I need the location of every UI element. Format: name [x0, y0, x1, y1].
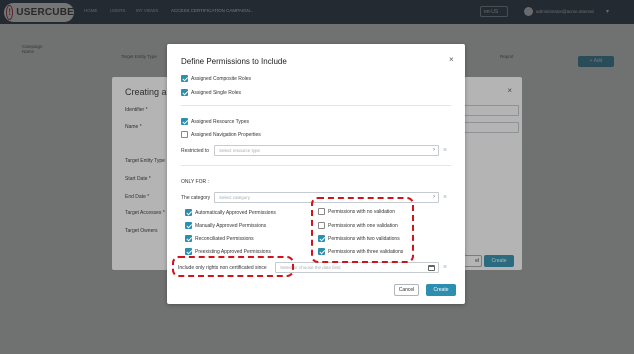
checkbox-automatically-approved[interactable]: Automatically Approved Permissions [185, 209, 276, 216]
certified-since-date-input[interactable]: Select or choose the date field [275, 262, 439, 273]
checkbox-reconciliated[interactable]: Reconciliated Permissions [185, 235, 254, 242]
annotation-highlight-validations [311, 197, 414, 263]
checkbox-box[interactable] [185, 222, 192, 229]
checkbox-box[interactable] [181, 89, 188, 96]
checkbox-label: Assigned Navigation Properties [191, 131, 261, 138]
divider [181, 105, 451, 106]
checkbox-label: Automatically Approved Permissions [195, 209, 276, 216]
checkbox-label: Assigned Resource Types [191, 118, 249, 125]
checkbox-label: Manually Approved Permissions [195, 222, 267, 229]
checkbox-box[interactable] [185, 248, 192, 255]
chevron-right-icon: › [433, 147, 435, 153]
checkbox-box[interactable] [181, 131, 188, 138]
checkbox-label: Assigned Single Roles [191, 89, 242, 96]
resource-type-select[interactable]: Select resource type › [214, 145, 439, 156]
clear-icon[interactable]: × [443, 264, 447, 271]
clear-icon[interactable]: × [443, 194, 447, 201]
checkbox-assigned-resource-types[interactable]: Assigned Resource Types [181, 118, 249, 125]
checkbox-assigned-composite-roles[interactable]: Assigned Composite Roles [181, 75, 251, 82]
checkbox-box[interactable] [185, 209, 192, 216]
checkbox-box[interactable] [181, 118, 188, 125]
checkbox-assigned-single-roles[interactable]: Assigned Single Roles [181, 89, 241, 96]
chevron-right-icon: › [433, 194, 435, 200]
divider [181, 165, 451, 166]
clear-icon[interactable]: × [443, 147, 447, 154]
category-label: The category [181, 195, 211, 201]
checkbox-label: Reconciliated Permissions [195, 235, 254, 242]
create-button[interactable]: Create [426, 284, 456, 296]
restricted-to-label: Restricted to [181, 148, 210, 154]
calendar-icon[interactable] [428, 265, 435, 271]
resource-type-placeholder: Select resource type [219, 148, 261, 153]
checkbox-box[interactable] [185, 235, 192, 242]
category-placeholder: Select category [219, 195, 251, 200]
checkbox-preexisting-approved[interactable]: Preexisting Approved Permissions [185, 248, 271, 255]
close-icon[interactable]: × [449, 56, 454, 64]
checkbox-assigned-navigation-properties[interactable]: Assigned Navigation Properties [181, 131, 261, 138]
checkbox-label: Preexisting Approved Permissions [195, 248, 271, 255]
dialog-title: Define Permissions to Include [181, 57, 287, 66]
checkbox-manually-approved[interactable]: Manually Approved Permissions [185, 222, 266, 229]
cancel-button[interactable]: Cancel [394, 284, 419, 296]
annotation-highlight-certified-since [172, 256, 294, 277]
only-for-heading: ONLY FOR : [181, 179, 209, 185]
checkbox-box[interactable] [181, 75, 188, 82]
checkbox-label: Assigned Composite Roles [191, 75, 252, 82]
